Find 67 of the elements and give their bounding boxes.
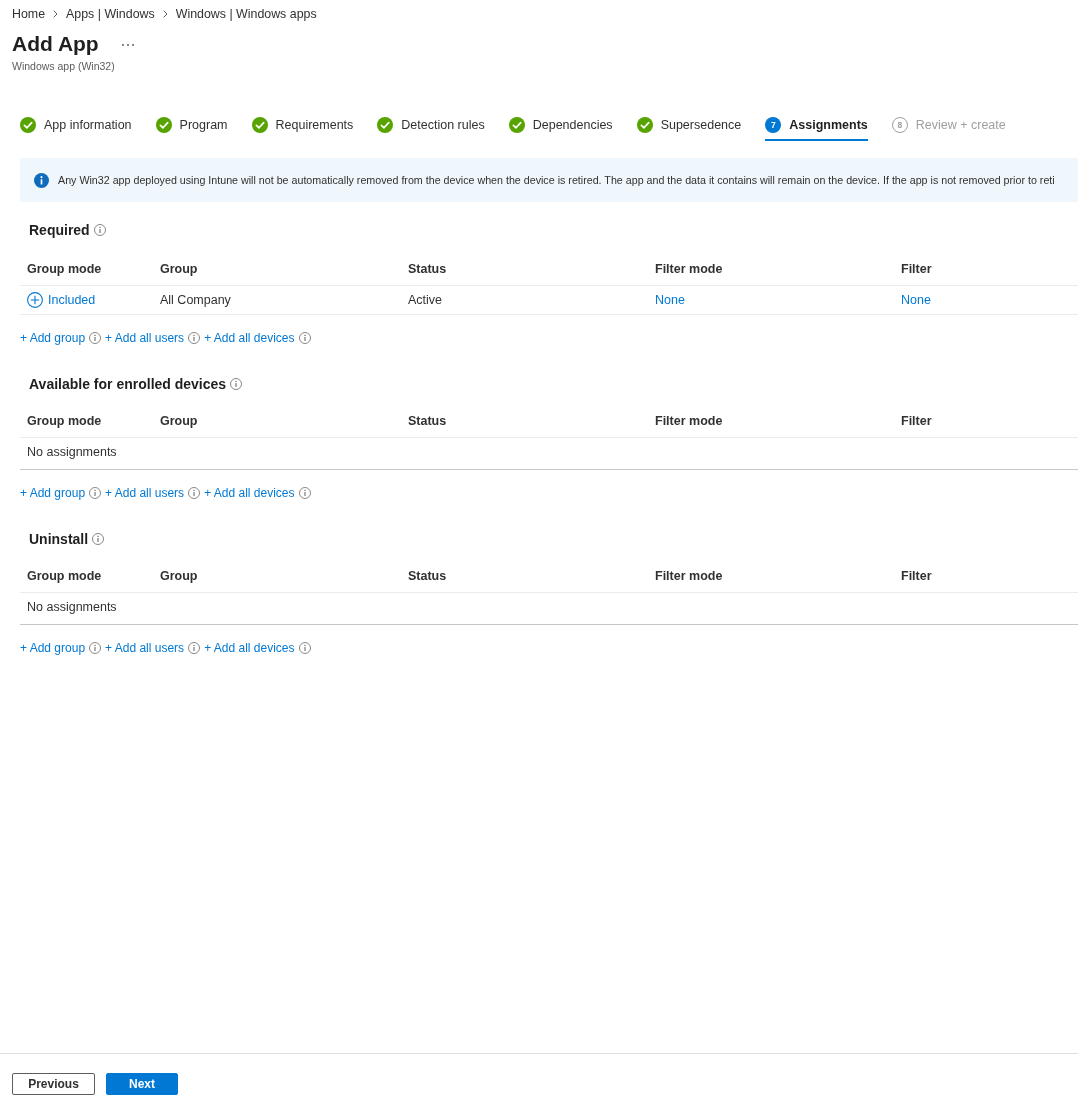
- info-icon[interactable]: [89, 332, 102, 344]
- wizard-step[interactable]: Supersedence: [636, 109, 742, 141]
- table-cell-text: All Company: [159, 291, 232, 309]
- info-icon[interactable]: [89, 642, 102, 654]
- info-icon[interactable]: [230, 378, 243, 390]
- chevron-icon: [53, 10, 59, 18]
- column-header: Status: [407, 568, 448, 586]
- add-link[interactable]: + Add all users: [105, 485, 185, 501]
- wizard-step[interactable]: Detection rules: [377, 109, 485, 141]
- breadcrumb-link[interactable]: Apps | Windows: [66, 6, 155, 22]
- add-link[interactable]: + Add all users: [105, 640, 185, 656]
- column-header: Group mode: [26, 413, 103, 431]
- column-header: Group: [159, 413, 199, 431]
- add-link[interactable]: + Add all users: [105, 330, 185, 346]
- previous-button[interactable]: Previous: [12, 1073, 95, 1095]
- page-subtitle: Windows app (Win32): [11, 59, 116, 73]
- column-header: Filter: [900, 568, 933, 586]
- wizard-step[interactable]: Program: [155, 109, 228, 141]
- info-icon[interactable]: [188, 642, 201, 654]
- column-header: Filter mode: [654, 261, 724, 279]
- column-header: Group mode: [26, 261, 103, 279]
- wizard-step[interactable]: Requirements: [251, 109, 354, 141]
- breadcrumb-link[interactable]: Windows | Windows apps: [175, 6, 317, 22]
- column-header: Filter: [900, 261, 933, 279]
- section-title: Required: [29, 221, 90, 240]
- column-header: Group mode: [26, 568, 103, 586]
- column-header: Group: [159, 261, 199, 279]
- info-icon[interactable]: [188, 487, 201, 499]
- empty-message: No assignments: [20, 438, 1078, 470]
- step-number: 8: [891, 117, 908, 133]
- column-header: Filter mode: [654, 568, 724, 586]
- page-title: Add App: [12, 31, 99, 57]
- table-link[interactable]: Included: [48, 290, 96, 310]
- add-link[interactable]: + Add all devices: [204, 485, 295, 501]
- info-icon: [34, 172, 49, 188]
- column-header: Group: [159, 568, 199, 586]
- step-number: 7: [765, 117, 782, 133]
- info-icon[interactable]: [298, 332, 311, 344]
- info-icon[interactable]: [92, 533, 105, 545]
- info-icon[interactable]: [93, 224, 106, 236]
- wizard-step[interactable]: 7 Assignments: [765, 109, 868, 141]
- column-header: Status: [407, 261, 448, 279]
- add-link[interactable]: + Add group: [20, 485, 86, 501]
- chevron-icon: [162, 10, 168, 18]
- table-link[interactable]: None: [655, 292, 685, 307]
- banner-text: Any Win32 app deployed using Intune will not be automatically removed from the device when the device is retired. The app and the data it contains will remain on the device. If the app is not removed prior to reti: [58, 172, 1055, 188]
- info-icon[interactable]: [298, 642, 311, 654]
- info-icon[interactable]: [188, 332, 201, 344]
- wizard-step[interactable]: Dependencies: [508, 109, 613, 141]
- empty-message: No assignments: [20, 593, 1078, 625]
- column-header: Status: [407, 413, 448, 431]
- add-link[interactable]: + Add all devices: [204, 330, 295, 346]
- table-cell-text: Active: [407, 291, 444, 309]
- add-link[interactable]: + Add all devices: [204, 640, 295, 656]
- wizard-step[interactable]: App information: [20, 109, 132, 141]
- column-header: Filter: [900, 413, 933, 431]
- breadcrumb-link[interactable]: Home: [12, 6, 46, 22]
- info-icon[interactable]: [89, 487, 102, 499]
- add-link[interactable]: + Add group: [20, 640, 86, 656]
- next-button[interactable]: Next: [106, 1073, 178, 1095]
- section-title: Uninstall: [29, 530, 89, 549]
- section-title: Available for enrolled devices: [29, 375, 227, 394]
- plus-circle-icon[interactable]: [27, 292, 43, 308]
- column-header: Filter mode: [654, 413, 724, 431]
- table-link[interactable]: None: [901, 292, 931, 307]
- add-link[interactable]: + Add group: [20, 330, 86, 346]
- info-icon[interactable]: [298, 487, 311, 499]
